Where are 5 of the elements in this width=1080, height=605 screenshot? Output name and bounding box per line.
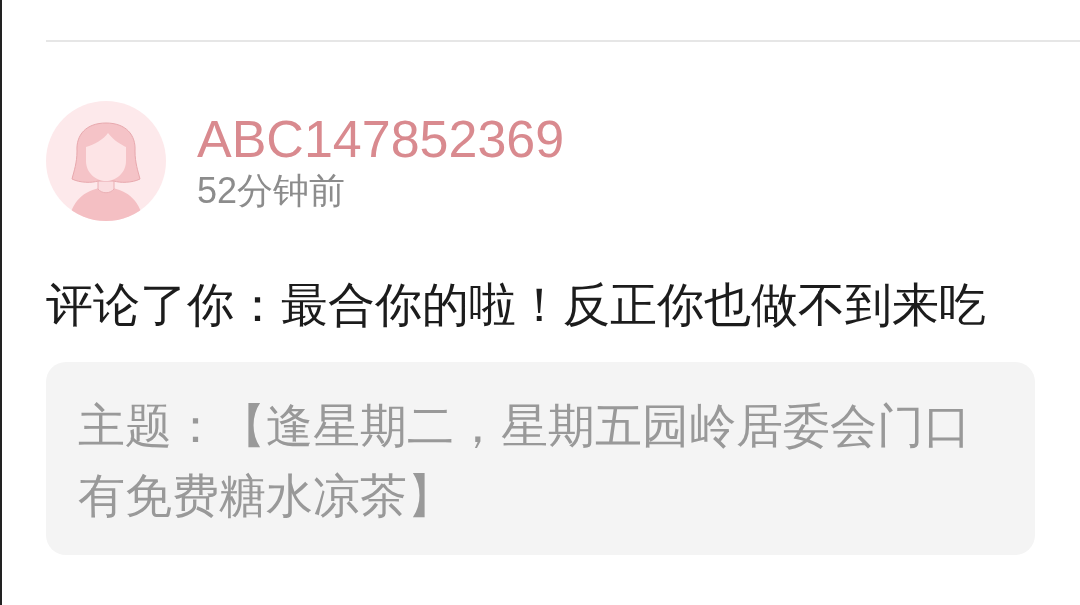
subject-text: 主题：【逢星期二，星期五园岭居委会门口有免费糖水凉茶】: [78, 398, 972, 524]
username: ABC147852369: [197, 110, 565, 167]
comment-time: 52分钟前: [197, 169, 347, 212]
comment-text: 评论了你：最合你的啦！反正你也做不到来吃: [46, 277, 987, 333]
avatar-icon: [46, 101, 166, 221]
